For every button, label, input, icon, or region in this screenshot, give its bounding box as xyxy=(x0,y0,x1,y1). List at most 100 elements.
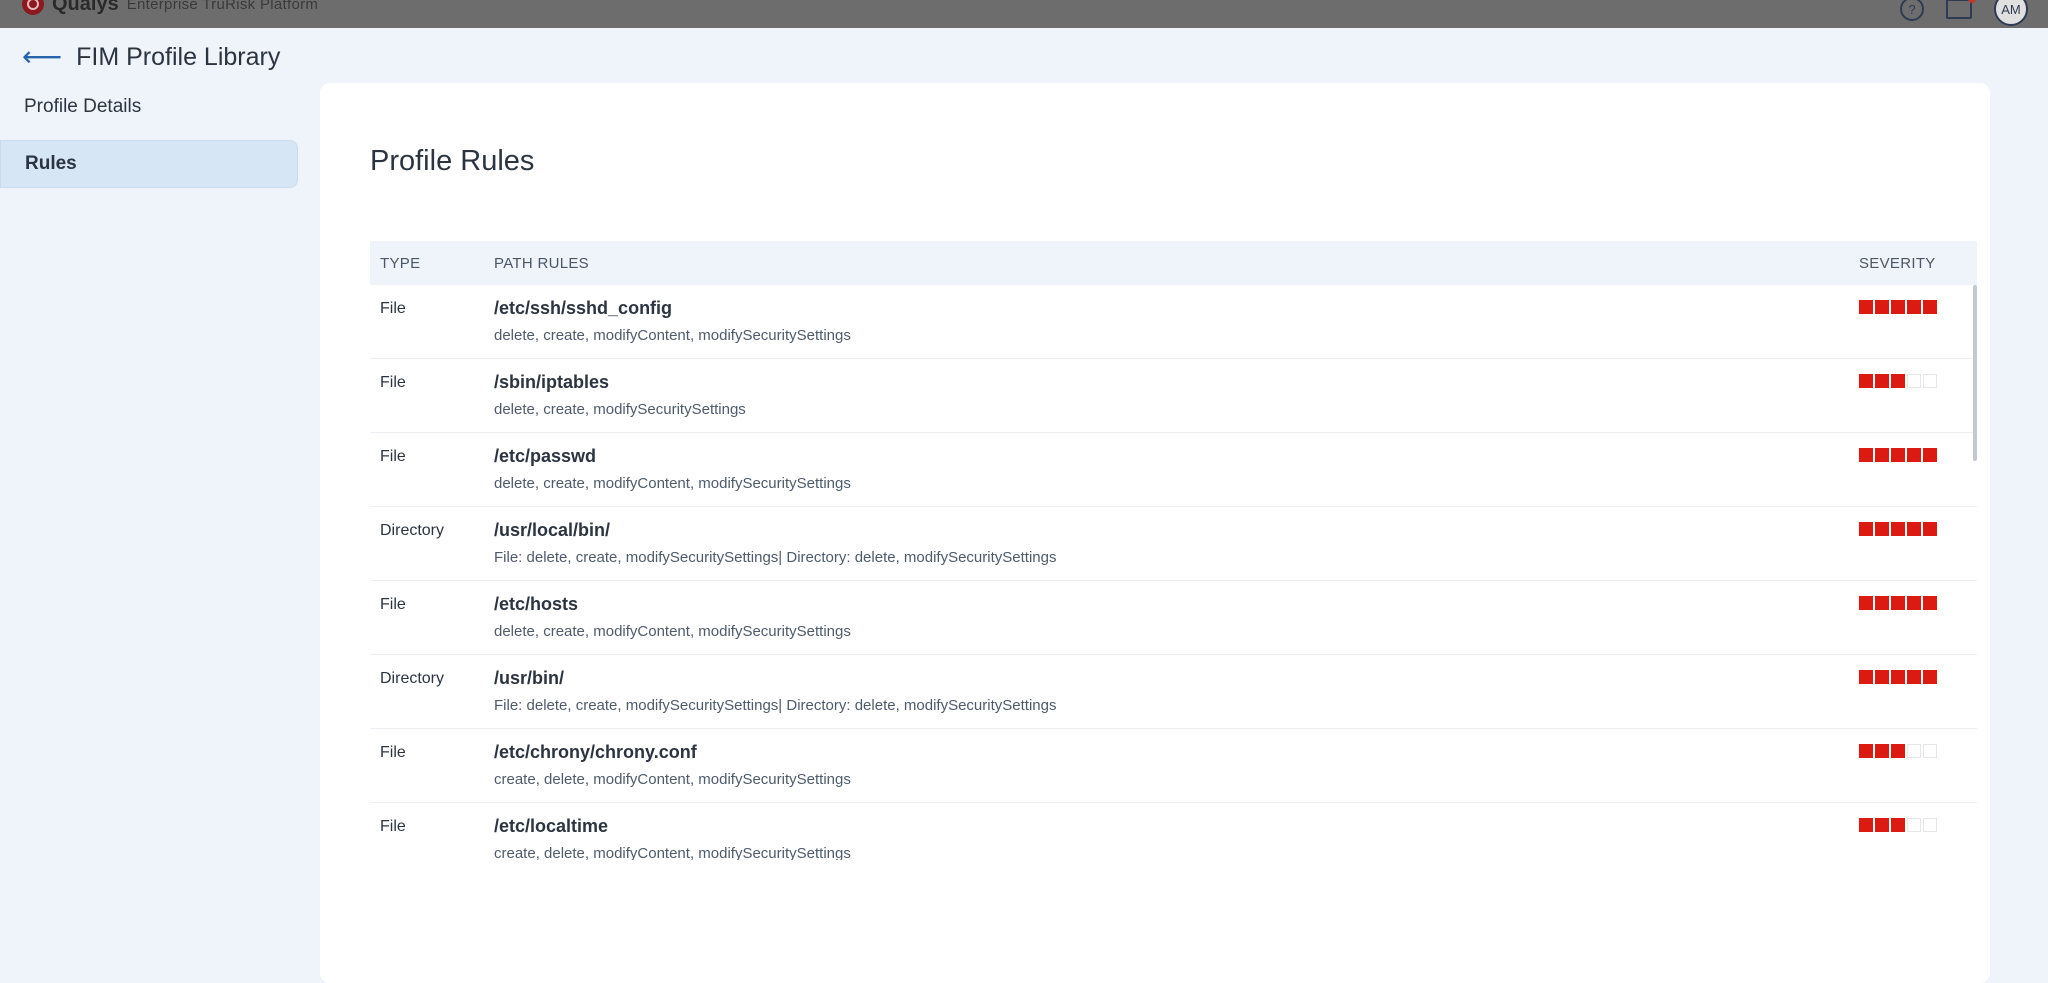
rule-path: /etc/ssh/sshd_config xyxy=(494,298,673,318)
severity-meter xyxy=(1859,744,1977,758)
severity-segment-empty xyxy=(1923,818,1937,832)
page-title: FIM Profile Library xyxy=(76,42,281,71)
severity-segment-filled xyxy=(1859,522,1873,536)
severity-segment-empty xyxy=(1923,744,1937,758)
severity-segment-filled xyxy=(1875,744,1889,758)
severity-segment-filled xyxy=(1891,374,1905,388)
help-icon[interactable]: ? xyxy=(1900,0,1924,21)
severity-segment-filled xyxy=(1891,596,1905,610)
table-row[interactable]: File /etc/passwd delete, create, modifyC… xyxy=(370,433,1977,507)
severity-segment-filled xyxy=(1891,300,1905,314)
column-header-path-rules[interactable]: PATH RULES xyxy=(494,255,1859,272)
severity-meter xyxy=(1859,300,1977,314)
rule-type: File xyxy=(380,596,406,613)
rule-path: /usr/bin/ xyxy=(494,668,565,688)
severity-segment-filled xyxy=(1859,374,1873,388)
rule-path: /sbin/iptables xyxy=(494,372,610,392)
table-row[interactable]: File /etc/localtime create, delete, modi… xyxy=(370,803,1977,860)
severity-segment-filled xyxy=(1875,670,1889,684)
severity-meter xyxy=(1859,448,1977,462)
page-header: ⟵ FIM Profile Library xyxy=(22,40,280,74)
rule-type: File xyxy=(380,374,406,391)
severity-segment-filled xyxy=(1923,522,1937,536)
section-title: Profile Rules xyxy=(370,145,535,177)
severity-segment-empty xyxy=(1907,374,1921,388)
brand[interactable]: Qualys Enterprise TruRisk Platform xyxy=(22,0,318,15)
severity-segment-filled xyxy=(1859,596,1873,610)
severity-segment-filled xyxy=(1875,818,1889,832)
severity-segment-filled xyxy=(1891,744,1905,758)
severity-segment-filled xyxy=(1907,522,1921,536)
severity-segment-empty xyxy=(1923,374,1937,388)
column-header-severity[interactable]: SEVERITY xyxy=(1859,255,1977,272)
severity-segment-filled xyxy=(1907,670,1921,684)
severity-segment-filled xyxy=(1891,818,1905,832)
rule-operations: delete, create, modifyContent, modifySec… xyxy=(494,327,851,344)
severity-segment-filled xyxy=(1923,300,1937,314)
rule-path: /usr/local/bin/ xyxy=(494,520,611,540)
table-scrollbar[interactable] xyxy=(1973,285,1977,860)
rule-type: Directory xyxy=(380,522,445,539)
severity-segment-filled xyxy=(1923,596,1937,610)
rule-type: Directory xyxy=(380,670,445,687)
sidebar: Profile Details Rules xyxy=(0,84,300,198)
severity-segment-filled xyxy=(1891,448,1905,462)
table-row[interactable]: File /etc/ssh/sshd_config delete, create… xyxy=(370,285,1977,359)
rule-path: /etc/chrony/chrony.conf xyxy=(494,742,697,762)
table-header: TYPE PATH RULES SEVERITY xyxy=(370,241,1977,285)
severity-meter xyxy=(1859,818,1977,832)
rule-operations: File: delete, create, modifySecuritySett… xyxy=(494,697,1057,714)
qualys-logo-icon xyxy=(22,0,44,15)
rule-type: File xyxy=(380,744,406,761)
severity-segment-empty xyxy=(1907,818,1921,832)
severity-meter xyxy=(1859,596,1977,610)
rule-path: /etc/passwd xyxy=(494,446,597,466)
severity-segment-empty xyxy=(1907,744,1921,758)
severity-meter xyxy=(1859,670,1977,684)
profile-rules-card: Profile Rules TYPE PATH RULES SEVERITY F… xyxy=(320,83,1990,983)
sidebar-item-profile-details[interactable]: Profile Details xyxy=(0,84,296,130)
notifications-icon[interactable] xyxy=(1946,0,1976,19)
severity-segment-filled xyxy=(1859,818,1873,832)
rule-operations: delete, create, modifyContent, modifySec… xyxy=(494,623,851,640)
rule-operations: create, delete, modifyContent, modifySec… xyxy=(494,845,851,860)
top-bar: Qualys Enterprise TruRisk Platform ? AM xyxy=(0,0,2048,28)
table-row[interactable]: Directory /usr/bin/ File: delete, create… xyxy=(370,655,1977,729)
severity-segment-filled xyxy=(1923,670,1937,684)
severity-segment-filled xyxy=(1891,522,1905,536)
rule-operations: delete, create, modifyContent, modifySec… xyxy=(494,475,851,492)
table-row[interactable]: Directory /usr/local/bin/ File: delete, … xyxy=(370,507,1977,581)
severity-segment-filled xyxy=(1875,300,1889,314)
rule-type: File xyxy=(380,448,406,465)
severity-segment-filled xyxy=(1907,596,1921,610)
rule-operations: File: delete, create, modifySecuritySett… xyxy=(494,549,1057,566)
table-row[interactable]: File /sbin/iptables delete, create, modi… xyxy=(370,359,1977,433)
rule-path: /etc/hosts xyxy=(494,594,579,614)
scrollbar-thumb[interactable] xyxy=(1973,285,1977,461)
severity-segment-filled xyxy=(1859,744,1873,758)
rule-type: File xyxy=(380,818,406,835)
back-arrow-icon[interactable]: ⟵ xyxy=(22,43,62,71)
table-body[interactable]: File /etc/ssh/sshd_config delete, create… xyxy=(370,285,1977,860)
severity-segment-filled xyxy=(1875,374,1889,388)
top-icons: ? AM xyxy=(1900,0,2028,26)
severity-segment-filled xyxy=(1859,300,1873,314)
rule-operations: create, delete, modifyContent, modifySec… xyxy=(494,771,851,788)
column-header-type[interactable]: TYPE xyxy=(370,255,494,272)
severity-meter xyxy=(1859,522,1977,536)
severity-segment-filled xyxy=(1859,670,1873,684)
rules-table: TYPE PATH RULES SEVERITY File /etc/ssh/s… xyxy=(370,241,1977,860)
severity-segment-filled xyxy=(1875,596,1889,610)
severity-segment-filled xyxy=(1907,448,1921,462)
severity-segment-filled xyxy=(1891,670,1905,684)
sidebar-item-rules[interactable]: Rules xyxy=(0,140,298,188)
severity-segment-filled xyxy=(1875,522,1889,536)
avatar[interactable]: AM xyxy=(1994,0,2028,26)
severity-segment-filled xyxy=(1875,448,1889,462)
severity-meter xyxy=(1859,374,1977,388)
rule-path: /etc/localtime xyxy=(494,816,609,836)
table-row[interactable]: File /etc/hosts delete, create, modifyCo… xyxy=(370,581,1977,655)
rule-type: File xyxy=(380,300,406,317)
table-row[interactable]: File /etc/chrony/chrony.conf create, del… xyxy=(370,729,1977,803)
severity-segment-filled xyxy=(1907,300,1921,314)
